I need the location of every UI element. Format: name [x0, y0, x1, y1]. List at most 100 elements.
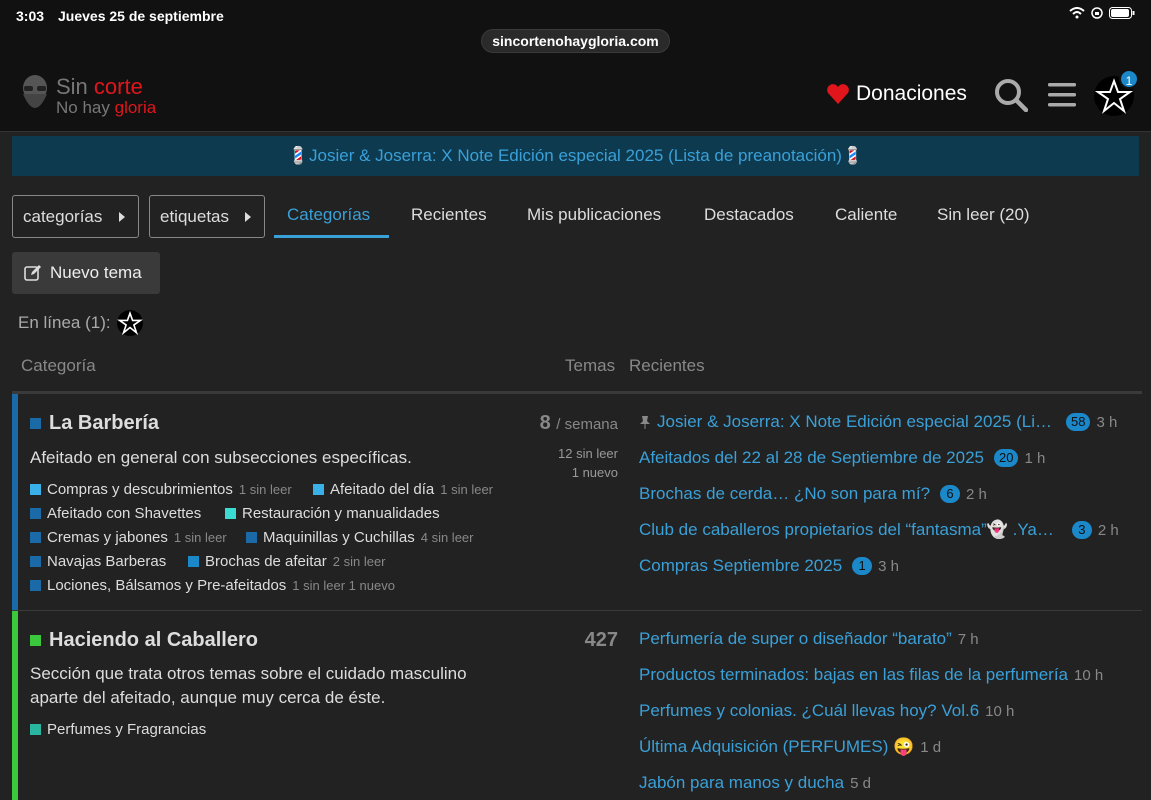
latest-topic[interactable]: Club de caballeros propietarios del “fan…	[639, 520, 1119, 540]
category-topic-count: 8 / semana	[540, 412, 618, 435]
latest-topic-age: 2 h	[1097, 521, 1119, 539]
category-title: Haciendo al Caballero	[49, 629, 258, 651]
subcategory-name: Perfumes y Fragrancias	[47, 721, 207, 738]
logo-sin: Sin	[56, 74, 88, 99]
latest-topic[interactable]: Brochas de cerda… ¿No son para mí? 6 2 h	[639, 484, 987, 504]
latest-topic[interactable]: Última Adquisición (PERFUMES) 😜 1 d	[639, 737, 941, 757]
latest-topic-title: Jabón para manos y ducha	[639, 773, 845, 792]
category-row: Haciendo al Caballero Sección que trata …	[12, 611, 1142, 800]
latest-topic[interactable]: Compras Septiembre 2025 1 3 h	[639, 556, 899, 576]
subcategory-link[interactable]: Brochas de afeitar 2 sin leer	[188, 553, 386, 570]
online-user-avatar[interactable]	[116, 310, 143, 336]
subcategory-color	[30, 532, 41, 543]
subcategory-name: Cremas y jabones	[47, 529, 168, 546]
tab-mis-publicaciones[interactable]: Mis publicaciones	[527, 205, 661, 225]
subcategory-link[interactable]: Afeitado con Shavettes	[30, 505, 201, 522]
unread-count[interactable]: 12 sin leer	[558, 444, 618, 463]
search-icon[interactable]	[994, 78, 1028, 112]
subcategory-name: Navajas Barberas	[47, 553, 167, 570]
unread-badge[interactable]: 20	[993, 449, 1019, 467]
unread-badge[interactable]: 6	[940, 485, 961, 503]
subcategory-count: 1 sin leer	[440, 482, 493, 497]
latest-topic[interactable]: Jabón para manos y ducha 5 d	[639, 773, 871, 793]
online-users: En línea (1):	[18, 310, 143, 336]
topic-count-period: / semana	[556, 416, 618, 433]
logo-gloria: gloria	[114, 98, 157, 117]
tags-dropdown[interactable]: etiquetas	[149, 195, 265, 238]
status-date: Jueves 25 de septiembre	[58, 8, 224, 24]
subcategory-color	[30, 484, 41, 495]
latest-topic-title: Josier & Joserra: X Note Edición especia…	[657, 412, 1052, 431]
unread-badge[interactable]: 58	[1065, 413, 1091, 431]
latest-topic[interactable]: Perfumería de super o diseñador “barato”…	[639, 629, 979, 649]
header-latest: Recientes	[629, 356, 705, 375]
logo-corte: corte	[93, 74, 143, 99]
subcategory-color	[246, 532, 257, 543]
latest-topic-age: 10 h	[985, 702, 1015, 720]
url-bar[interactable]: sincortenohaygloria.com	[481, 29, 670, 53]
subcategory-link[interactable]: Compras y descubrimientos 1 sin leer	[30, 481, 292, 498]
status-bar: 3:03 Jueves 25 de septiembre sincortenoh…	[0, 0, 1151, 60]
latest-topic-age: 5 d	[850, 774, 871, 792]
online-label: En línea (1):	[18, 313, 111, 332]
category-topic-count: 427	[584, 629, 618, 651]
latest-topic[interactable]: Perfumes y colonias. ¿Cuál llevas hoy? V…	[639, 701, 1014, 721]
subcategory-link[interactable]: Maquinillas y Cuchillas 4 sin leer	[246, 529, 473, 546]
category-title-link[interactable]: Haciendo al Caballero	[30, 629, 258, 652]
category-title-link[interactable]: La Barbería	[30, 412, 159, 435]
subcategory-color	[30, 580, 41, 591]
latest-topic-title: Brochas de cerda… ¿No son para mí?	[639, 484, 931, 503]
logo-text-top: Sin corte	[56, 74, 143, 100]
unread-badge[interactable]: 3	[1071, 521, 1092, 539]
tags-dropdown-label: etiquetas	[160, 207, 229, 226]
logo-text-bottom: No hay gloria	[56, 98, 156, 118]
tab-categorias[interactable]: Categorías	[287, 205, 370, 225]
latest-topic[interactable]: Afeitados del 22 al 28 de Septiembre de …	[639, 448, 1045, 468]
subcategory-link[interactable]: Afeitado del día 1 sin leer	[313, 481, 493, 498]
site-header: Sin corte No hay gloria Donaciones 1	[0, 60, 1151, 132]
subcategory-count: 1 sin leer	[173, 530, 227, 545]
latest-topic-age: 1 h	[1024, 449, 1046, 467]
new-topic-button[interactable]: Nuevo tema	[12, 252, 160, 294]
notification-badge[interactable]: 1	[1119, 69, 1139, 89]
site-logo[interactable]: Sin corte No hay gloria	[18, 70, 178, 122]
subcategory-count: 4 sin leer	[420, 530, 474, 545]
latest-topic-title: Productos terminados: bajas en las filas…	[639, 665, 1069, 684]
latest-topic-title: Compras Septiembre 2025	[639, 556, 843, 575]
tab-sin-leer[interactable]: Sin leer (20)	[937, 205, 1030, 225]
subcategory-name: Restauración y manualidades	[242, 505, 440, 522]
status-icons	[1069, 7, 1135, 19]
subcategory-link[interactable]: Perfumes y Fragrancias	[30, 721, 206, 738]
latest-topic-age: 3 h	[1096, 413, 1118, 431]
unread-badge[interactable]: 1	[852, 557, 873, 575]
subcategory-link[interactable]: Restauración y manualidades	[225, 505, 440, 522]
subcategory-link[interactable]: Cremas y jabones 1 sin leer	[30, 529, 227, 546]
hamburger-menu-icon[interactable]	[1048, 82, 1076, 108]
subcategory-color	[30, 724, 41, 735]
edit-icon	[24, 265, 41, 281]
tab-recientes[interactable]: Recientes	[411, 205, 487, 225]
header-category: Categoría	[21, 356, 96, 375]
latest-topic[interactable]: Productos terminados: bajas en las filas…	[639, 665, 1103, 685]
navigation-bar: categorías etiquetas Categorías Reciente…	[12, 195, 1142, 239]
subcategory-name: Compras y descubrimientos	[47, 481, 233, 498]
subcategory-name: Lociones, Bálsamos y Pre-afeitados	[47, 577, 287, 594]
tab-caliente[interactable]: Caliente	[835, 205, 897, 225]
donaciones-link[interactable]: Donaciones	[826, 82, 967, 106]
categories-dropdown[interactable]: categorías	[12, 195, 139, 238]
latest-topic-title: Perfumes y colonias. ¿Cuál llevas hoy? V…	[639, 701, 980, 720]
category-color-square	[30, 635, 41, 646]
subcategory-color	[30, 508, 41, 519]
subcategory-link[interactable]: Lociones, Bálsamos y Pre-afeitados 1 sin …	[30, 577, 395, 594]
subcategory-name: Afeitado del día	[330, 481, 435, 498]
category-row: La Barbería Afeitado en general con subs…	[12, 394, 1142, 610]
announcement-banner[interactable]: 💈Josier & Joserra: X Note Edición especi…	[12, 136, 1139, 176]
latest-topic[interactable]: Josier & Joserra: X Note Edición especia…	[639, 412, 1117, 432]
tab-destacados[interactable]: Destacados	[704, 205, 794, 225]
latest-topic-age: 1 d	[920, 738, 942, 756]
new-count[interactable]: 1 nuevo	[558, 463, 618, 482]
lock-rotation-icon	[1091, 7, 1103, 19]
subcategory-link[interactable]: Navajas Barberas	[30, 553, 166, 570]
category-description: Sección que trata otros temas sobre el c…	[30, 664, 467, 707]
latest-topic-age: 3 h	[878, 557, 900, 575]
